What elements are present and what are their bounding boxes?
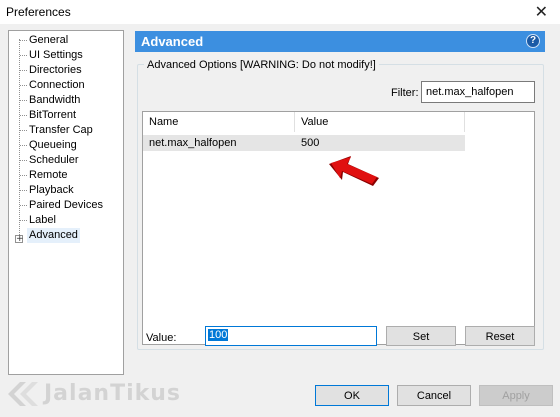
help-icon[interactable]: ?	[526, 34, 540, 48]
tree-item-playback[interactable]: Playback	[29, 183, 74, 198]
section-title: Advanced	[141, 34, 204, 49]
tree-connector	[20, 145, 27, 146]
tree-item-queueing[interactable]: Queueing	[29, 138, 77, 153]
dialog-body: General UI Settings Directories Connecti…	[0, 24, 560, 417]
group-legend: Advanced Options [WARNING: Do not modify…	[144, 59, 379, 71]
tree-item-bandwidth[interactable]: Bandwidth	[29, 93, 80, 108]
filter-input[interactable]	[421, 81, 535, 103]
value-input-text: 100	[208, 329, 229, 341]
window-title: Preferences	[6, 5, 71, 19]
column-header-value[interactable]: Value	[295, 112, 465, 132]
tree-connector	[20, 220, 27, 221]
tree-connector	[20, 115, 27, 116]
settings-tree[interactable]: General UI Settings Directories Connecti…	[8, 30, 124, 375]
close-icon[interactable]: ✕	[535, 2, 548, 22]
tree-item-transfer-cap[interactable]: Transfer Cap	[29, 123, 93, 138]
tree-item-bittorrent[interactable]: BitTorrent	[29, 108, 76, 123]
tree-connector	[20, 85, 27, 86]
row-name: net.max_halfopen	[149, 137, 237, 149]
value-label: Value:	[146, 332, 177, 344]
table-row[interactable]: net.max_halfopen 500	[143, 135, 465, 151]
arrow-icon	[329, 156, 379, 186]
tree-connector	[20, 205, 27, 206]
tree-connector	[20, 70, 27, 71]
options-list[interactable]: Name Value net.max_halfopen 500	[142, 111, 535, 345]
tree-item-advanced[interactable]: Advanced	[27, 228, 80, 243]
apply-button[interactable]: Apply	[479, 385, 553, 406]
tree-connector	[20, 160, 27, 161]
tree-item-ui-settings[interactable]: UI Settings	[29, 48, 83, 63]
column-header-name[interactable]: Name	[143, 112, 295, 132]
watermark-icon	[8, 382, 38, 406]
tree-item-general[interactable]: General	[29, 33, 68, 48]
tree-item-remote[interactable]: Remote	[29, 168, 68, 183]
tree-item-scheduler[interactable]: Scheduler	[29, 153, 79, 168]
tree-item-paired-devices[interactable]: Paired Devices	[29, 198, 103, 213]
row-value: 500	[301, 137, 320, 149]
set-button[interactable]: Set	[386, 326, 456, 346]
tree-item-directories[interactable]: Directories	[29, 63, 82, 78]
ok-button[interactable]: OK	[315, 385, 389, 406]
filter-label: Filter:	[391, 87, 419, 99]
title-bar: Preferences ✕	[0, 0, 560, 24]
expand-icon[interactable]: +	[15, 235, 24, 244]
section-header: Advanced ?	[135, 31, 545, 52]
cancel-button[interactable]: Cancel	[397, 385, 471, 406]
value-input[interactable]: 100	[205, 326, 377, 346]
tree-item-connection[interactable]: Connection	[29, 78, 85, 93]
tree-connector	[20, 40, 27, 41]
tree-connector	[20, 130, 27, 131]
tree-connector	[20, 100, 27, 101]
tree-connector	[20, 55, 27, 56]
reset-button[interactable]: Reset	[465, 326, 535, 346]
tree-connector	[20, 175, 27, 176]
tree-connector	[20, 190, 27, 191]
watermark-text: JalanTikus	[44, 381, 182, 406]
tree-item-label[interactable]: Label	[29, 213, 56, 228]
